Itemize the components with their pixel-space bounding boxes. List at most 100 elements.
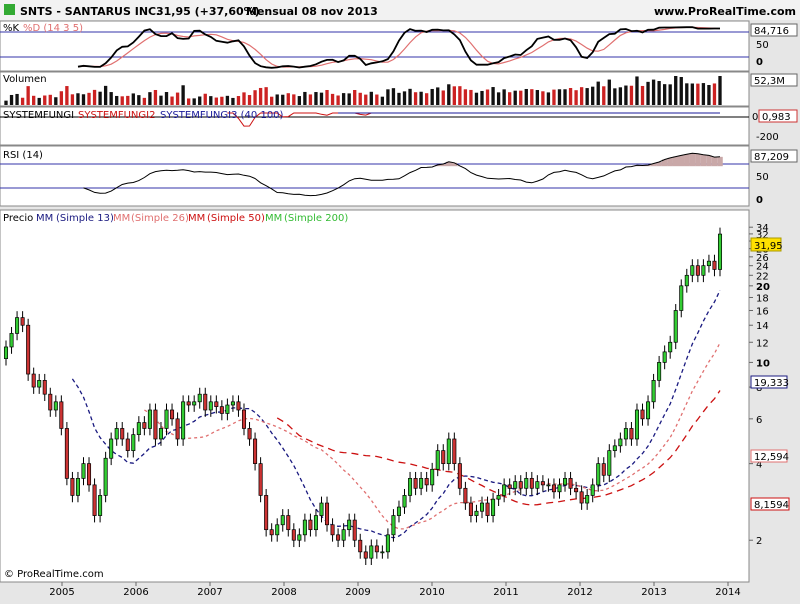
candle-body	[381, 552, 384, 553]
candle-body	[336, 535, 339, 540]
volume-bar	[386, 89, 389, 105]
candle-body	[359, 540, 362, 552]
candle-body	[718, 234, 721, 269]
volume-bar	[104, 86, 107, 105]
volume-bar	[475, 93, 478, 105]
volume-bar	[514, 91, 517, 105]
volume-bar	[126, 96, 129, 105]
volume-bar	[348, 93, 351, 105]
volume-bar	[552, 90, 555, 105]
rsi-overbought-fill	[695, 154, 701, 166]
rsi-panel	[0, 146, 749, 206]
sma26-last-value: 12,594	[754, 452, 789, 463]
candle-body	[242, 410, 245, 428]
candle-body	[680, 286, 683, 311]
volume-bar	[4, 101, 7, 105]
volume-bar	[641, 86, 644, 105]
volume-bar	[231, 98, 234, 105]
candle-body	[392, 516, 395, 535]
volume-bar	[657, 81, 660, 105]
volume-bar	[309, 94, 312, 105]
candle-body	[652, 380, 655, 401]
candle-body	[525, 478, 528, 488]
volume-bar	[226, 96, 229, 105]
candle-body	[497, 495, 500, 499]
volume-bar	[392, 88, 395, 105]
volume-bar	[458, 86, 461, 105]
candle-body	[370, 546, 373, 558]
candle-body	[563, 478, 566, 485]
sma13-last-value: 19,333	[754, 378, 789, 389]
volume-bar	[680, 77, 683, 105]
time-tick-label: 2007	[197, 587, 222, 598]
price-panel	[0, 210, 749, 582]
candle-body	[691, 266, 694, 276]
candle-body	[281, 516, 284, 525]
candle-body	[419, 478, 422, 488]
stoch-label-k: %K	[3, 23, 20, 34]
stock-chart[interactable]: SNTS - SANTARUS INC. 31,95 (+37,60%) Men…	[0, 0, 800, 600]
candle-body	[713, 261, 716, 269]
volume-bar	[707, 85, 710, 105]
time-tick-label: 2014	[715, 587, 740, 598]
candle-body	[21, 318, 24, 326]
candle-body	[514, 482, 517, 489]
candle-body	[71, 478, 74, 495]
volume-bar	[165, 92, 168, 105]
candle-body	[132, 435, 135, 451]
candle-body	[32, 374, 35, 387]
volume-bar	[287, 93, 290, 105]
volume-bar	[447, 84, 450, 105]
candle-body	[669, 342, 672, 352]
volume-bar	[204, 94, 207, 105]
candle-body	[126, 439, 129, 451]
volume-bar	[419, 92, 422, 105]
price-tick-label: 2	[756, 536, 762, 547]
volume-bar	[325, 90, 328, 105]
candle-body	[386, 535, 389, 552]
stoch-label-d: %D (14 3 5)	[23, 23, 83, 34]
candle-body	[204, 394, 207, 410]
ma13-legend: (Simple 13)	[56, 213, 114, 224]
candle-body	[674, 310, 677, 342]
candle-body	[586, 495, 589, 503]
volume-bar	[71, 94, 74, 105]
volume-bar	[187, 98, 190, 105]
volume-bar	[342, 93, 345, 105]
candle-body	[464, 488, 467, 503]
candle-body	[502, 485, 505, 496]
price-tick-label: 10	[756, 358, 770, 369]
candle-body	[298, 535, 301, 540]
brand-link[interactable]: www.ProRealTime.com	[654, 5, 796, 18]
candle-body	[325, 503, 328, 525]
volume-bar	[115, 96, 118, 105]
rsi-overbought-fill	[706, 155, 712, 166]
volume-bar	[82, 94, 85, 105]
candle-body	[486, 503, 489, 516]
candle-body	[110, 439, 113, 458]
candle-body	[397, 507, 400, 516]
volume-bar	[635, 76, 638, 105]
volume-bar	[602, 86, 605, 105]
candle-body	[375, 546, 378, 552]
candle-body	[707, 261, 710, 266]
rsi-overbought-fill	[717, 157, 723, 166]
volume-bar	[209, 96, 212, 105]
candle-body	[403, 495, 406, 507]
rsi-overbought-fill	[678, 155, 684, 166]
rsi-last-value: 87,209	[754, 152, 789, 163]
candle-body	[231, 402, 234, 405]
volume-bar	[718, 76, 721, 105]
volume-bar	[303, 92, 306, 105]
candle-body	[320, 503, 323, 516]
candle-body	[215, 402, 218, 407]
candle-body	[98, 495, 101, 515]
volume-bar	[685, 83, 688, 105]
volume-bar	[691, 84, 694, 105]
volume-bar	[237, 96, 240, 105]
price-tick-label: 20	[756, 282, 770, 293]
candle-body	[530, 478, 533, 488]
volume-bar	[248, 95, 251, 105]
volume-bar	[519, 91, 522, 105]
candle-body	[569, 478, 572, 488]
